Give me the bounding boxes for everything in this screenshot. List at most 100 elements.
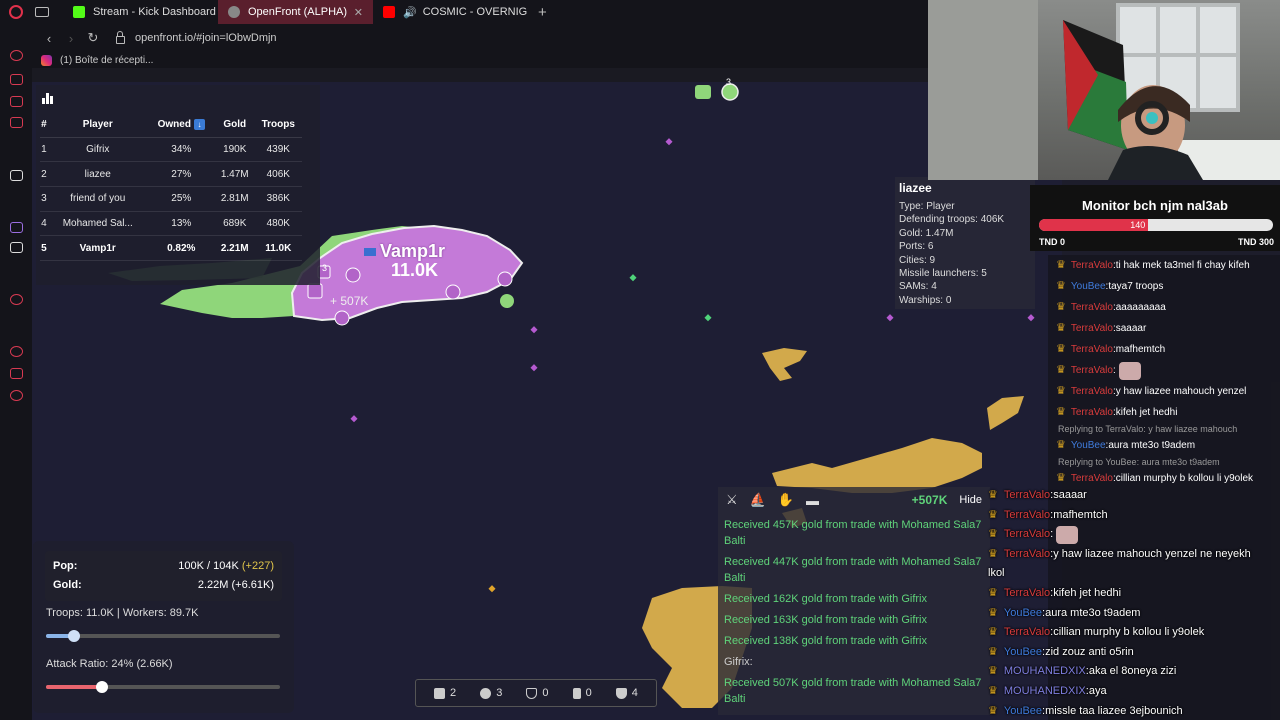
cell-owned: 13% [147, 211, 215, 237]
reply-context: Replying to TerraValo: y haw liazee maho… [1058, 424, 1238, 434]
tiktok-icon[interactable] [10, 170, 23, 181]
attack-ratio-slider[interactable] [46, 681, 280, 693]
chat-text: lkol [988, 567, 1005, 580]
sort-down-icon[interactable]: ↓ [193, 118, 205, 130]
tooltip-row: Defending troops: 406K [899, 214, 1005, 226]
chat-username[interactable]: YouBee [1004, 643, 1042, 663]
close-tab-icon[interactable]: ✕ [354, 6, 363, 19]
attack-slider-thumb[interactable] [96, 681, 109, 693]
troop-slider-thumb[interactable] [68, 630, 81, 642]
city-icon[interactable] [345, 267, 361, 283]
history-icon[interactable] [10, 346, 23, 357]
twitch-icon[interactable] [10, 222, 23, 233]
new-tab-icon[interactable]: + [538, 4, 547, 21]
tab-youtube[interactable]: 🔊 COSMIC - OVERNIGH [373, 0, 528, 24]
chat-username[interactable]: TerraValo [1004, 525, 1050, 545]
chat-username[interactable]: TerraValo [1004, 486, 1050, 506]
crown-badge-icon: ♛ [988, 528, 998, 541]
reply-context: Replying to YouBee: aura mte3o t9adem [1058, 457, 1220, 467]
handshake-icon[interactable]: ✋ [778, 492, 794, 508]
port-icon[interactable] [445, 284, 461, 300]
chat-username[interactable]: TerraValo [1071, 297, 1113, 318]
back-icon[interactable]: ‹ [38, 31, 60, 46]
cell-player: Mohamed Sal... [47, 211, 148, 237]
shopping-icon[interactable] [10, 74, 23, 85]
col-gold[interactable]: Gold [214, 112, 255, 138]
chat-username[interactable]: TerraValo [1071, 360, 1113, 381]
chat-username[interactable]: YouBee [1071, 435, 1106, 456]
chat-username[interactable]: YouBee [1004, 604, 1042, 624]
build-sam[interactable]: 4 [615, 687, 638, 699]
col-owned[interactable]: Owned ↓ [147, 112, 215, 138]
event-message: Received 507K gold from trade with Moham… [724, 677, 982, 705]
player-icon[interactable] [10, 294, 23, 305]
ai-icon[interactable] [10, 50, 23, 61]
opera-logo-icon[interactable] [9, 5, 23, 19]
chat-message: ♛ TerraValo: kifeh jet hedhi [1048, 402, 1280, 423]
chat-username[interactable]: YouBee [1071, 276, 1106, 297]
x-icon[interactable] [10, 242, 23, 253]
chat-message: ♛ YouBee: zid zouz anti o5rin [988, 643, 1280, 663]
bookmark-inbox[interactable]: (1) Boîte de récepti... [60, 55, 153, 66]
forward-icon[interactable]: › [60, 31, 82, 46]
chat-message: ♛ YouBee: aura mte3o t9adem [1048, 435, 1280, 456]
cell-player: Gifrix [47, 137, 148, 163]
troops-workers-text: Troops: 11.0K | Workers: 89.7K [46, 607, 199, 619]
chat-text: mafhemtch [1053, 508, 1108, 521]
cell-gold: 190K [214, 137, 255, 163]
flow-icon[interactable] [10, 368, 23, 379]
trade-ship-icon[interactable] [695, 85, 711, 99]
sword-icon[interactable]: ⚔ [726, 492, 738, 508]
settings-icon[interactable] [10, 390, 23, 401]
crown-badge-icon: ♛ [988, 508, 998, 521]
webcam-image [928, 0, 1280, 180]
chat-username[interactable]: MOUHANEDXIX [1004, 682, 1086, 702]
build-missile[interactable]: 0 [572, 687, 592, 699]
url-field[interactable]: openfront.io/#join=lObwDmjn [135, 32, 277, 44]
hide-events-button[interactable]: Hide [959, 494, 982, 506]
chat-username[interactable]: TerraValo [1071, 402, 1113, 423]
tab-title: OpenFront (ALPHA) [248, 6, 348, 18]
build-city[interactable]: 2 [434, 687, 456, 699]
leaderboard-icon[interactable] [42, 92, 56, 104]
city-icon[interactable] [307, 283, 323, 299]
chat-username[interactable]: TerraValo [1004, 545, 1050, 565]
troop-ratio-slider[interactable] [46, 630, 280, 642]
chat-username[interactable]: YouBee [1004, 702, 1042, 720]
cell-player: friend of you [47, 186, 148, 212]
build-defense[interactable]: 0 [526, 687, 549, 699]
col-troops[interactable]: Troops [254, 112, 302, 138]
build-port[interactable]: 3 [480, 687, 502, 699]
tab-island-icon[interactable] [35, 7, 49, 17]
leaderboard-row[interactable]: 5 Vamp1r 0.82% 2.21M 11.0K [40, 235, 302, 261]
leaderboard-row[interactable]: 2 liazee 27% 1.47M 406K [40, 161, 302, 187]
pop-value: 100K / 104K (+227) [178, 560, 274, 572]
tab-kick-dashboard[interactable]: Stream - Kick Dashboard [63, 0, 218, 24]
tab-openfront[interactable]: OpenFront (ALPHA) ✕ [218, 0, 373, 24]
chat-username[interactable]: TerraValo [1071, 339, 1113, 360]
chat-text: mafhemtch [1115, 344, 1166, 355]
cell-player: Vamp1r [47, 235, 148, 261]
wallet-icon[interactable] [10, 96, 23, 107]
ship-icon[interactable]: ⛵ [750, 492, 766, 508]
chat-username[interactable]: TerraValo [1004, 506, 1050, 526]
chat-username[interactable]: TerraValo [1004, 584, 1050, 604]
crown-badge-icon: ♛ [988, 665, 998, 678]
chat-username[interactable]: TerraValo [1071, 255, 1113, 276]
sand-island [987, 396, 1024, 430]
mail-icon[interactable] [10, 117, 23, 128]
chat-icon[interactable]: ▬ [806, 493, 819, 508]
chat-username[interactable]: MOUHANEDXIX [1004, 662, 1086, 682]
leaderboard-row[interactable]: 1 Gifrix 34% 190K 439K [40, 137, 302, 163]
port-icon[interactable] [497, 271, 513, 287]
port-icon[interactable] [334, 310, 350, 326]
chat-username[interactable]: TerraValo [1004, 623, 1050, 643]
crown-badge-icon: ♛ [1056, 406, 1066, 418]
leaderboard-row[interactable]: 4 Mohamed Sal... 13% 689K 480K [40, 211, 302, 237]
chat-username[interactable]: TerraValo [1071, 318, 1113, 339]
leaderboard-row[interactable]: 3 friend of you 25% 2.81M 386K [40, 186, 302, 212]
reload-icon[interactable]: ↻ [82, 30, 104, 46]
warship-icon[interactable] [500, 294, 514, 308]
chat-username[interactable]: TerraValo [1071, 381, 1113, 402]
poll-value: 140 [1130, 220, 1146, 230]
